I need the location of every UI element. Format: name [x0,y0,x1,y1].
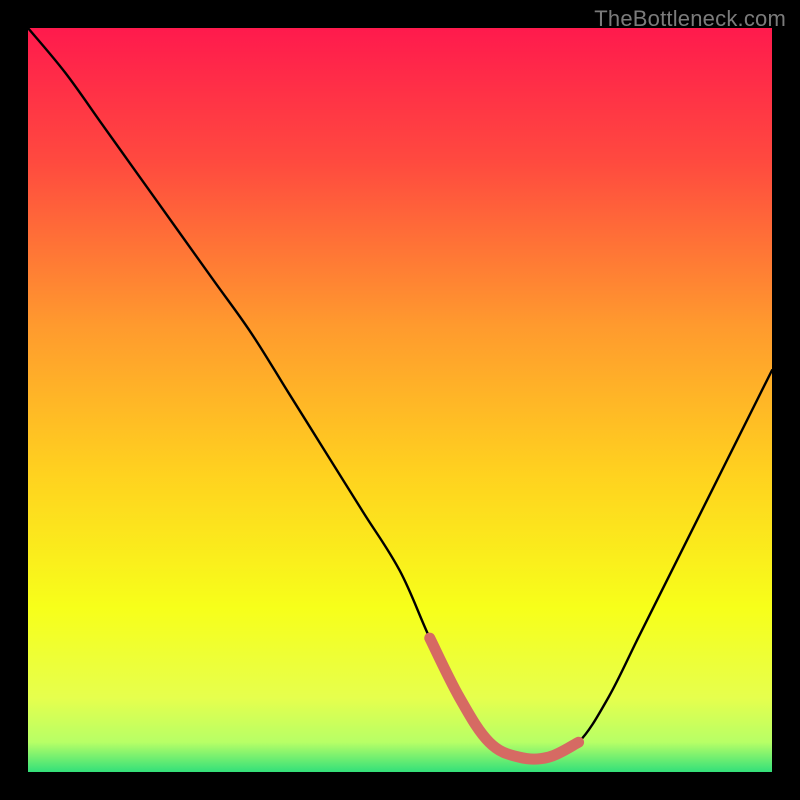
chart-svg [28,28,772,772]
plot-area [28,28,772,772]
gradient-background [28,28,772,772]
watermark-text: TheBottleneck.com [594,6,786,32]
chart-container: TheBottleneck.com [0,0,800,800]
